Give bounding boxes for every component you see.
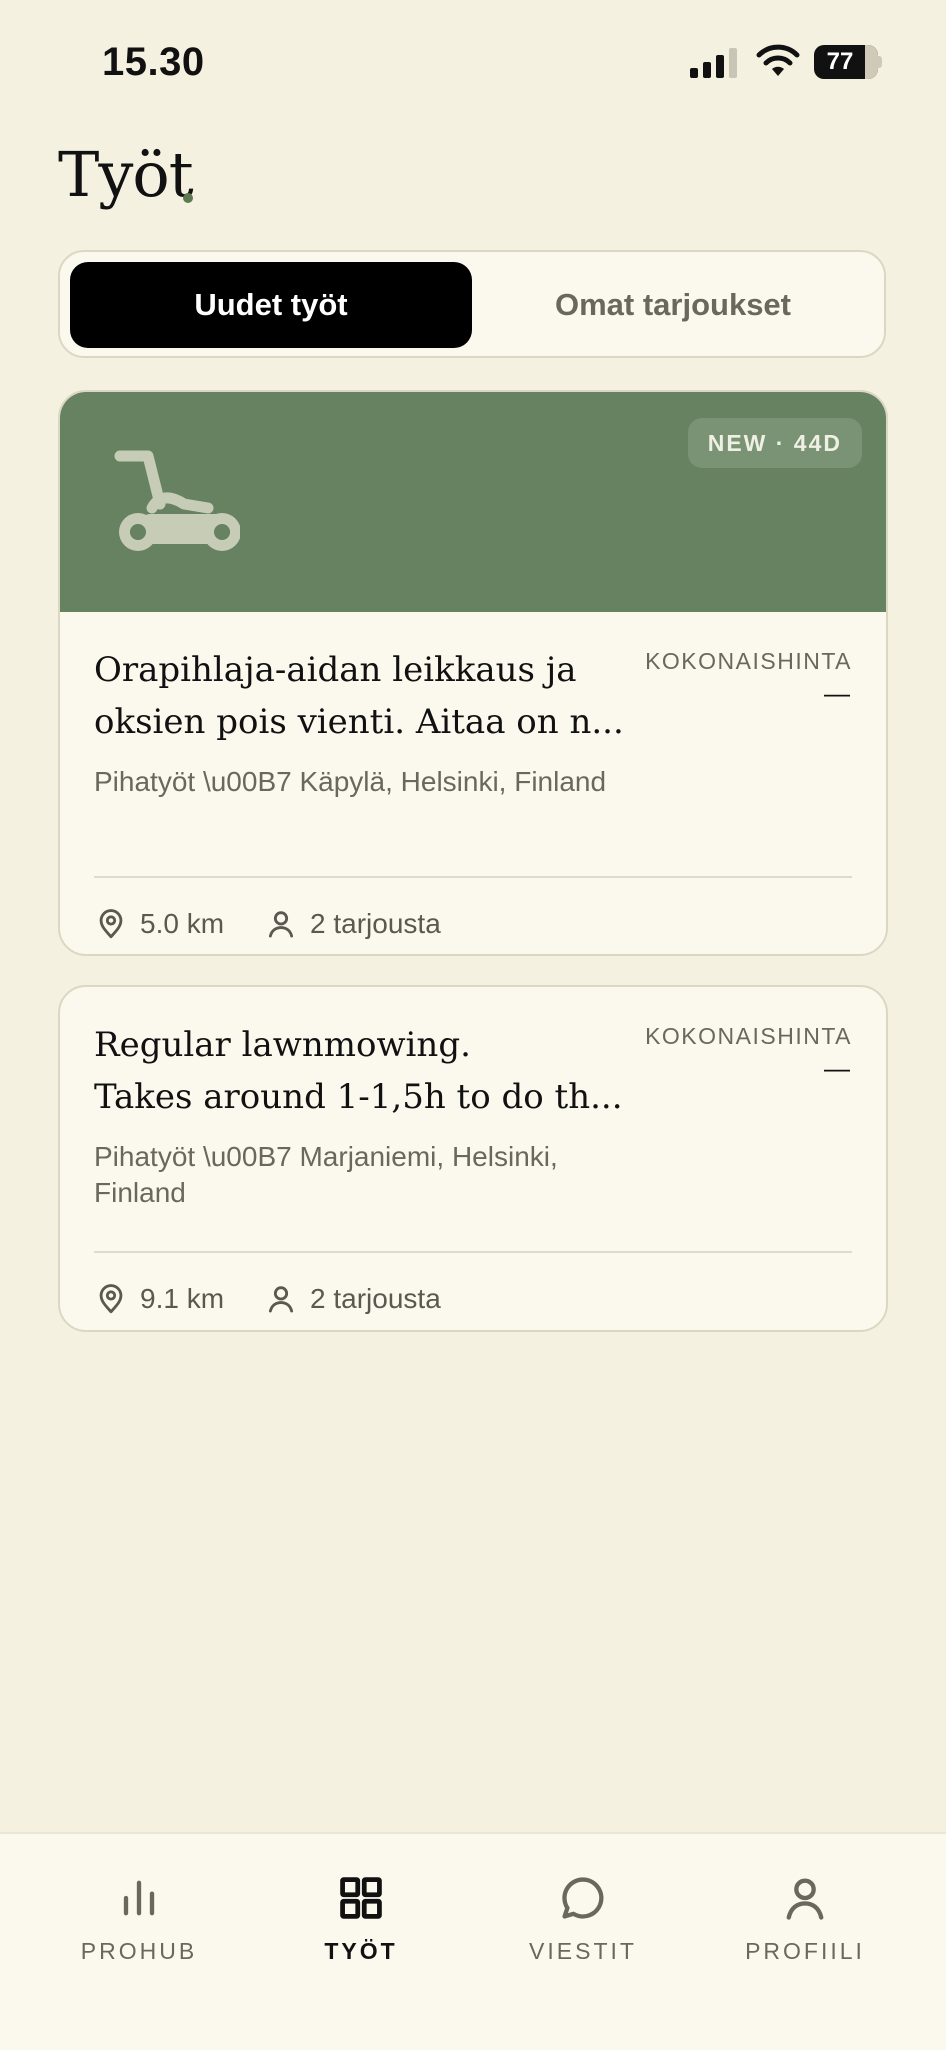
job-meta: Pihatyöt \u00B7 Marjaniemi, Helsinki, Fi…	[94, 1141, 558, 1208]
person-icon	[268, 1286, 294, 1313]
job-stats: 5.0 km 2 tarjousta	[94, 902, 441, 946]
status-bar: 15.30 77	[0, 0, 946, 120]
price-label: KOKONAISHINTA	[645, 648, 852, 674]
person-icon	[268, 911, 294, 938]
distance-text: 5.0 km	[140, 908, 225, 939]
tab-profiili[interactable]: PROFIILI	[687, 1872, 923, 1992]
job-meta: Pihatyöt \u00B7 Käpylä, Helsinki, Finlan…	[94, 766, 607, 797]
distance-text: 9.1 km	[140, 1283, 225, 1314]
tab-label: TYÖT	[324, 1938, 398, 1964]
person-icon	[786, 1878, 824, 1920]
distance-stat: 5.0 km	[94, 907, 224, 941]
tab-label: VIESTIT	[529, 1938, 637, 1964]
bar-chart-icon	[123, 1880, 155, 1916]
location-pin-icon	[99, 909, 123, 939]
tab-label: PROFIILI	[745, 1938, 865, 1964]
cellular-signal-icon	[690, 48, 737, 78]
job-card[interactable]: NEW · 44D Orapihlaja-aidan leikkaus ja o…	[58, 390, 888, 956]
job-title: Orapihlaja-aidan leikkaus ja oksien pois…	[94, 650, 624, 742]
battery-icon: 77	[814, 45, 882, 79]
offers-text: 2 tarjousta	[310, 1283, 441, 1314]
job-stats: 9.1 km 2 tarjousta	[94, 1277, 441, 1321]
battery-level: 77	[826, 48, 854, 75]
job-card[interactable]: Regular lawnmowing. Takes around 1-1,5h …	[58, 985, 888, 1332]
offers-text: 2 tarjousta	[310, 908, 441, 939]
distance-stat: 9.1 km	[94, 1282, 224, 1316]
price-label: KOKONAISHINTA	[645, 1023, 852, 1049]
tab-tyot[interactable]: TYÖT	[243, 1872, 479, 1992]
offers-stat: 2 tarjousta	[264, 907, 441, 941]
tab-viestit[interactable]: VIESTIT	[465, 1872, 701, 1992]
divider	[94, 1251, 852, 1253]
location-pin-icon	[99, 1284, 123, 1314]
tab-prohub[interactable]: PROHUB	[21, 1872, 257, 1992]
bottom-tab-bar: PROHUB TYÖT VIESTIT PROFIILI	[0, 1832, 946, 2050]
grid-icon	[340, 1877, 382, 1919]
wifi-icon	[756, 44, 800, 76]
lawn-mower-icon	[114, 450, 240, 551]
price-value: —	[824, 678, 850, 708]
job-title: Regular lawnmowing. Takes around 1-1,5h …	[94, 1025, 623, 1117]
chat-bubble-icon	[562, 1877, 604, 1919]
new-badge: NEW · 44D	[687, 418, 862, 468]
status-time: 15.30	[102, 40, 205, 84]
offers-stat: 2 tarjousta	[264, 1282, 441, 1316]
page-title: Työt	[58, 138, 194, 211]
title-accent-dot	[183, 193, 193, 203]
segmented-control: Uudet työt Omat tarjoukset	[58, 250, 886, 358]
divider	[94, 876, 852, 878]
price-value: —	[824, 1053, 850, 1083]
tab-label: PROHUB	[80, 1938, 198, 1964]
job-card-banner: NEW · 44D	[60, 392, 886, 612]
tab-own-offers[interactable]: Omat tarjoukset	[472, 262, 874, 348]
tab-new-jobs[interactable]: Uudet työt	[70, 262, 472, 348]
